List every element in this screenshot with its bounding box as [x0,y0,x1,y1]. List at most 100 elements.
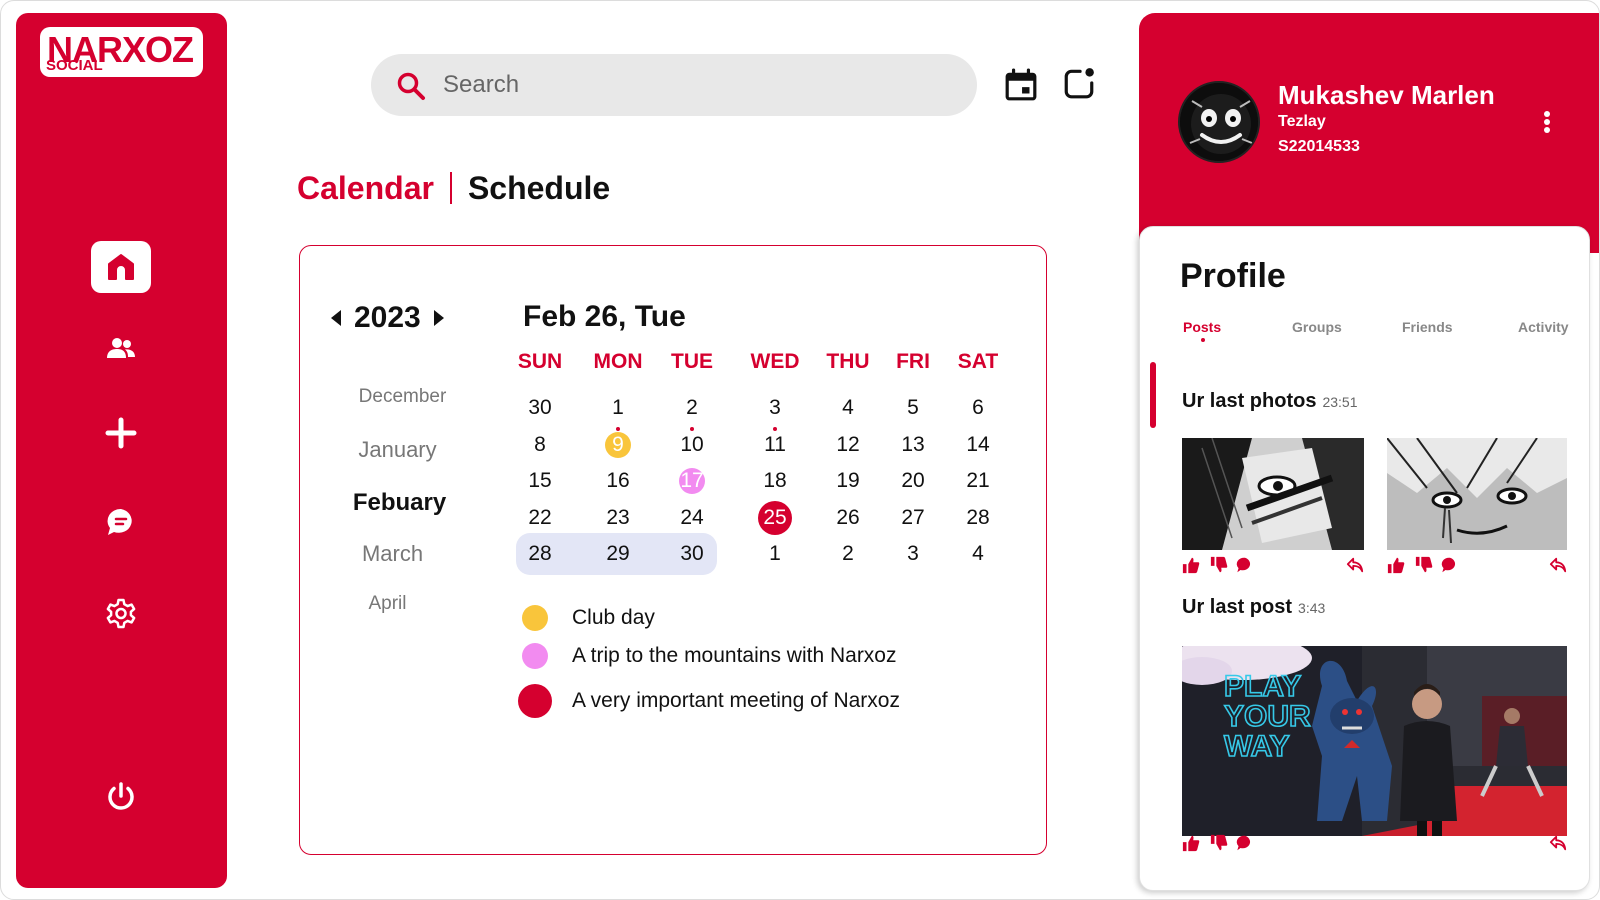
photo-thumbnail[interactable] [1387,438,1567,550]
calendar-day[interactable]: 23 [596,502,640,534]
calendar-day-number: 23 [606,506,630,529]
calendar-day[interactable]: 2 [826,538,870,570]
calendar-day[interactable]: 3 [753,392,797,431]
share-button[interactable] [1549,834,1567,852]
calendar-day[interactable]: 22 [518,502,562,534]
user-nickname: Tezlay [1278,113,1326,130]
calendar-day[interactable]: 6 [956,392,1000,424]
avatar[interactable] [1178,81,1260,163]
weekday-header: MON [593,350,643,373]
month-item[interactable]: December [315,386,490,408]
tab-schedule[interactable]: Schedule [468,170,610,207]
dislike-button[interactable] [1415,556,1433,574]
calendar-day[interactable]: 16 [596,465,640,497]
comment-button[interactable] [1236,556,1254,574]
share-button[interactable] [1549,556,1567,574]
calendar-day[interactable]: 14 [956,429,1000,461]
next-year-button[interactable] [429,303,449,333]
weekday-header: FRI [896,350,930,373]
like-button[interactable] [1182,834,1200,852]
comment-button[interactable] [1441,556,1459,574]
calendar-day[interactable]: 5 [891,392,935,424]
calendar-button[interactable] [1003,67,1039,103]
calendar-day[interactable]: 29 [596,538,640,570]
month-item[interactable]: April [300,593,475,615]
avatar-face-image [1180,83,1258,161]
nav-friends-button[interactable] [91,323,151,375]
calendar-day[interactable]: 11 [753,429,797,461]
month-item[interactable]: January [310,437,485,463]
tab-friends[interactable]: Friends [1402,319,1453,335]
calendar-day-number: 26 [836,506,860,529]
calendar-day[interactable]: 3 [891,538,935,570]
calendar-day[interactable]: 30 [518,392,562,424]
search-bar[interactable] [371,54,977,116]
legend-swatch [522,605,548,631]
calendar-day[interactable]: 25 [753,501,797,535]
tab-groups[interactable]: Groups [1292,319,1342,335]
photo-thumbnail[interactable] [1182,438,1364,550]
calendar-day[interactable]: 26 [826,502,870,534]
nav-chat-button[interactable] [91,496,151,548]
calendar-day[interactable]: 8 [518,429,562,461]
calendar-day-number: 29 [606,542,630,565]
like-button[interactable] [1182,556,1200,574]
power-icon [108,782,134,810]
calendar-day[interactable]: 10 [670,429,714,461]
search-input[interactable] [443,66,943,104]
logo-subtitle: SOCIAL [46,57,103,74]
calendar-day[interactable]: 20 [891,465,935,497]
calendar-day[interactable]: 2 [670,392,714,431]
photos-section-label: Ur last photos [1182,390,1317,412]
calendar-day[interactable]: 15 [518,465,562,497]
calendar-day-number: 3 [907,542,919,565]
calendar-day[interactable]: 4 [956,538,1000,570]
calendar-day[interactable]: 30 [670,538,714,570]
calendar-day[interactable]: 9 [596,429,640,461]
calendar-day[interactable]: 27 [891,502,935,534]
calendar-day-number: 9 [612,433,624,456]
calendar-day[interactable]: 4 [826,392,870,424]
tab-calendar[interactable]: Calendar [297,170,434,207]
nav-settings-button[interactable] [91,587,151,639]
calendar-day[interactable]: 12 [826,429,870,461]
more-dot-icon [1544,119,1550,125]
calendar-day[interactable]: 19 [826,465,870,497]
post-photo[interactable]: PLAY YOUR WAY [1182,646,1567,836]
month-item[interactable]: Febuary [312,489,487,517]
tab-activity[interactable]: Activity [1518,319,1569,335]
calendar-day[interactable]: 1 [753,538,797,570]
calendar-day[interactable]: 1 [596,392,640,431]
tab-posts[interactable]: Posts [1183,319,1221,335]
nav-create-button[interactable] [91,407,151,459]
calendar-day[interactable]: 24 [670,502,714,534]
calendar-card: 2023 December January Febuary March April Fe… [299,245,1047,855]
calendar-day-number: 1 [769,542,781,565]
prev-year-button[interactable] [326,303,346,333]
month-item[interactable]: March [305,541,480,567]
nav-logout-button[interactable] [91,771,151,823]
calendar-day[interactable]: 13 [891,429,935,461]
comment-icon [1236,557,1251,573]
calendar-day[interactable]: 28 [518,538,562,570]
calendar-day[interactable]: 17 [670,465,714,497]
calendar-day-number: 27 [901,506,925,529]
legend-label: A trip to the mountains with Narxoz [572,644,897,667]
nav-home-button[interactable] [91,241,151,293]
scroll-indicator[interactable] [1150,362,1156,428]
comment-button[interactable] [1236,834,1254,852]
more-options-button[interactable] [1537,107,1557,137]
calendar-day[interactable]: 21 [956,465,1000,497]
calendar-day-number: 25 [763,506,787,529]
legend-label: Club day [572,606,655,629]
dislike-button[interactable] [1210,556,1228,574]
calendar-day[interactable]: 28 [956,502,1000,534]
share-button[interactable] [1346,556,1364,574]
legend-item: Club day [522,601,655,635]
photos-section-time: 23:51 [1322,394,1358,410]
dislike-button[interactable] [1210,834,1228,852]
calendar-day[interactable]: 18 [753,465,797,497]
like-button[interactable] [1387,556,1405,574]
weekday-header: SUN [517,350,563,373]
notifications-button[interactable] [1061,65,1097,101]
